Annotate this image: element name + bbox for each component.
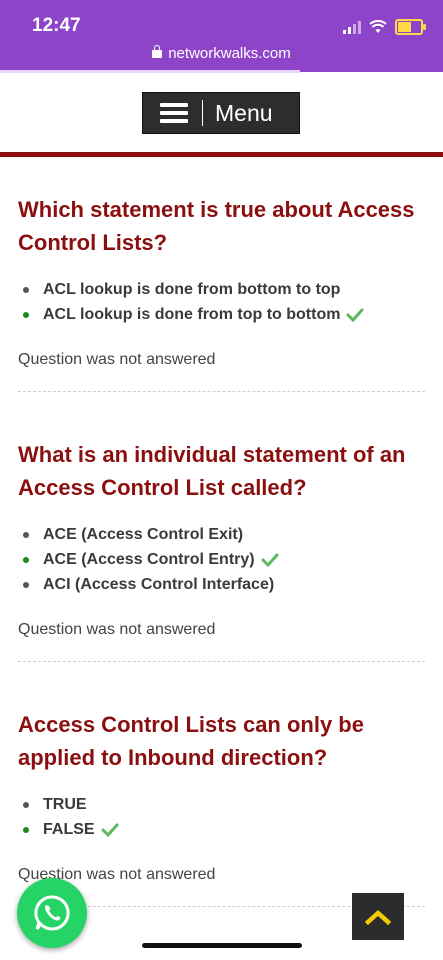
- status-icons: [343, 18, 426, 36]
- wifi-icon: [369, 20, 387, 34]
- home-indicator[interactable]: [142, 943, 302, 948]
- answer-label: ACL lookup is done from bottom to top: [43, 281, 341, 298]
- header-divider: [0, 152, 443, 157]
- bullet: [23, 556, 29, 563]
- answer-label: ACE (Access Control Exit): [43, 526, 244, 543]
- dashed-divider: [18, 391, 425, 392]
- lock-icon: [152, 45, 163, 58]
- answer-label: ACL lookup is done from top to bottom: [43, 306, 341, 323]
- answer-list: ACE (Access Control Exit) ACE (Access Co…: [18, 522, 430, 597]
- hamburger-icon: [160, 99, 188, 127]
- menu-label: Menu: [215, 99, 273, 126]
- bullet: [23, 801, 29, 808]
- browser-top-bar: 12:47 networkwalks.com: [0, 0, 443, 73]
- answer-label: TRUE: [43, 796, 87, 813]
- answer-item: ACE (Access Control Entry): [18, 547, 430, 572]
- bullet: [23, 531, 29, 538]
- answer-item: TRUE: [18, 792, 430, 817]
- answer-label: FALSE: [43, 821, 95, 838]
- answer-item: ACL lookup is done from bottom to top: [18, 277, 430, 302]
- url-text: networkwalks.com: [168, 45, 291, 62]
- menu-divider: [202, 100, 203, 126]
- answer-item: ACE (Access Control Exit): [18, 522, 430, 547]
- status-time: 12:47: [32, 15, 81, 36]
- question-title: Access Control Lists can only be applied…: [18, 712, 364, 770]
- question-block: Access Control Lists can only be applied…: [18, 708, 430, 907]
- dashed-divider: [18, 661, 425, 662]
- check-icon: [261, 553, 279, 567]
- question-block: What is an individual statement of an Ac…: [18, 438, 430, 662]
- cellular-signal-icon: [343, 20, 361, 34]
- url-bar[interactable]: networkwalks.com: [0, 45, 443, 62]
- bullet: [23, 581, 29, 588]
- answer-list: ACL lookup is done from bottom to top AC…: [18, 277, 430, 327]
- answer-item: ACL lookup is done from top to bottom: [18, 302, 430, 327]
- answer-item: ACI (Access Control Interface): [18, 572, 430, 597]
- answer-label: ACI (Access Control Interface): [43, 576, 275, 593]
- bullet: [23, 826, 29, 833]
- battery-icon: [395, 19, 426, 35]
- answer-status: Question was not answered: [18, 351, 216, 368]
- whatsapp-icon: [34, 895, 70, 931]
- menu-button[interactable]: Menu: [142, 92, 300, 134]
- answer-list: TRUE FALSE: [18, 792, 430, 842]
- answer-status: Question was not answered: [18, 621, 216, 638]
- answer-status: Question was not answered: [18, 866, 216, 883]
- bullet: [23, 311, 29, 318]
- page-load-progress: [0, 70, 300, 73]
- answer-label: ACE (Access Control Entry): [43, 551, 255, 568]
- question-title: What is an individual statement of an Ac…: [18, 442, 406, 500]
- chevron-up-icon: [365, 909, 391, 925]
- scroll-to-top-button[interactable]: [352, 893, 404, 940]
- question-block: Which statement is true about Access Con…: [18, 193, 430, 392]
- whatsapp-button[interactable]: [17, 878, 87, 948]
- bullet: [23, 286, 29, 293]
- check-icon: [101, 823, 119, 837]
- answer-item: FALSE: [18, 817, 430, 842]
- question-title: Which statement is true about Access Con…: [18, 197, 415, 255]
- check-icon: [346, 308, 364, 322]
